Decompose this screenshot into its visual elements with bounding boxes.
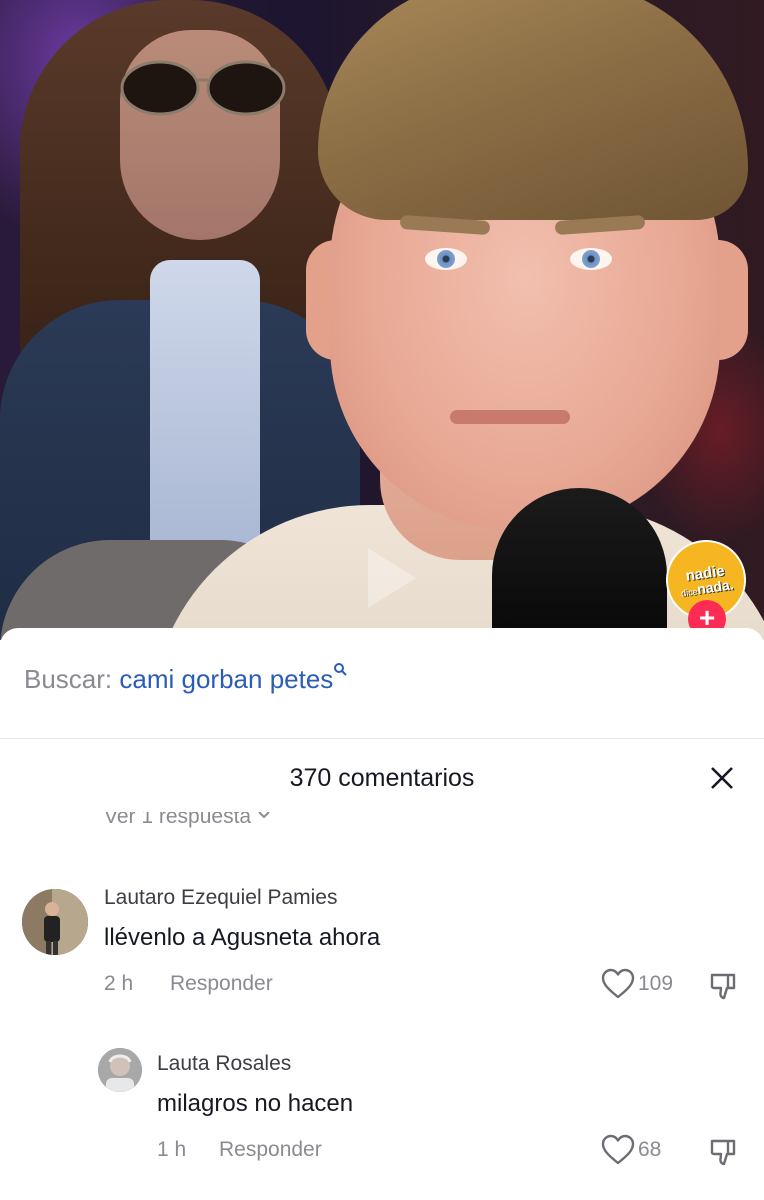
search-term[interactable]: cami gorban petes xyxy=(119,664,333,694)
comment-time: 2 h xyxy=(104,972,134,995)
view-replies-button[interactable]: Ver 1 respuesta xyxy=(104,812,271,834)
search-suggestion[interactable]: Buscar: cami gorban petes xyxy=(24,663,348,695)
divider xyxy=(0,738,764,739)
eye xyxy=(425,248,467,270)
reply-item: Lauta Rosales milagros no hacen 1 h Resp… xyxy=(0,1048,764,1168)
like-count: 68 xyxy=(638,1138,662,1161)
main-person-hair xyxy=(318,0,748,220)
reply-button[interactable]: Responder xyxy=(219,1138,322,1162)
dislike-icon[interactable] xyxy=(708,1136,740,1168)
play-icon[interactable] xyxy=(368,548,416,608)
avatar-image xyxy=(22,889,88,955)
comment-text: milagros no hacen xyxy=(157,1090,354,1117)
view-replies-label: Ver 1 respuesta xyxy=(104,812,252,828)
comments-count-title: 370 comentarios xyxy=(289,764,475,792)
background-person-shirt xyxy=(150,260,260,560)
channel-logo-small: dice xyxy=(680,585,699,599)
like-button[interactable]: 109 xyxy=(600,968,673,1000)
like-button[interactable]: 68 xyxy=(600,1134,661,1166)
close-icon[interactable] xyxy=(708,764,736,792)
sunglasses xyxy=(120,60,286,116)
eye xyxy=(570,248,612,270)
comment-text: llévenlo a Agusneta ahora xyxy=(104,924,381,951)
video-player[interactable]: nadie dicenada. + xyxy=(0,0,764,640)
mouth xyxy=(450,410,570,424)
dislike-icon[interactable] xyxy=(708,970,740,1002)
like-count: 109 xyxy=(638,972,674,995)
avatar[interactable] xyxy=(98,1048,142,1092)
reply-button[interactable]: Responder xyxy=(170,972,273,996)
comment-item: Lautaro Ezequiel Pamies llévenlo a Agusn… xyxy=(0,884,764,1004)
heart-icon xyxy=(601,1134,635,1165)
comment-time: 1 h xyxy=(157,1138,187,1161)
search-label: Buscar: xyxy=(24,664,113,694)
avatar[interactable] xyxy=(22,889,88,955)
search-icon xyxy=(334,663,348,676)
comments-sheet: Buscar: cami gorban petes 370 comentario… xyxy=(0,628,764,1200)
chevron-down-icon xyxy=(258,812,270,819)
avatar-image xyxy=(98,1048,142,1092)
heart-icon xyxy=(601,968,635,999)
comment-username[interactable]: Lautaro Ezequiel Pamies xyxy=(104,886,337,910)
comment-username[interactable]: Lauta Rosales xyxy=(157,1052,291,1076)
